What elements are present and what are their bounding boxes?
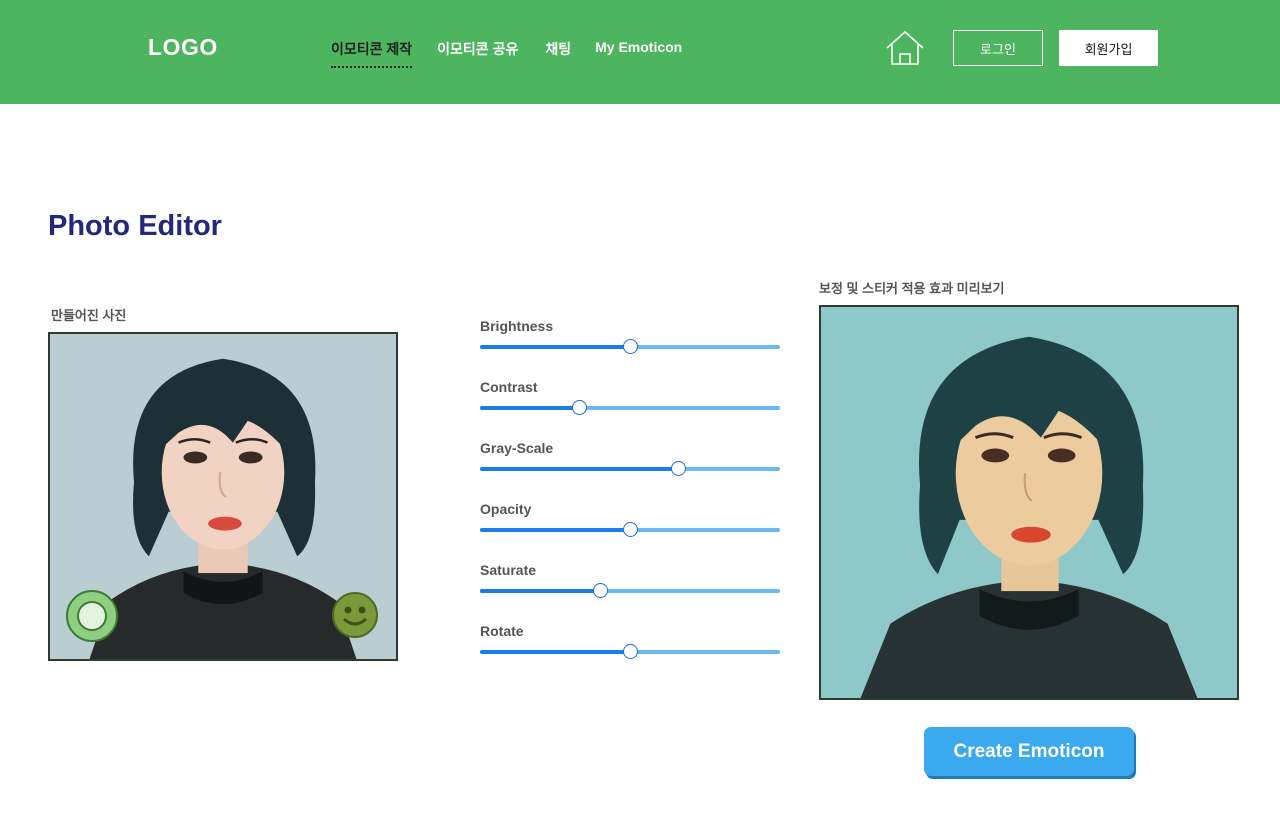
slider-gray-scale: Gray-Scale <box>480 440 780 501</box>
home-icon[interactable] <box>885 30 925 66</box>
slider-contrast: Contrast <box>480 379 780 440</box>
slider-brightness: Brightness <box>480 318 780 379</box>
create-emoticon-button[interactable]: Create Emoticon <box>924 727 1134 776</box>
preview-photo <box>819 305 1239 700</box>
slider-label: Brightness <box>480 318 554 334</box>
slider-thumb[interactable] <box>622 644 638 659</box>
nav-item-emoticon-share[interactable]: 이모티콘 공유 <box>437 39 518 68</box>
smiley-sticker[interactable] <box>331 591 379 639</box>
nav-item-chat[interactable]: 채팅 <box>545 39 571 68</box>
slider-thumb[interactable] <box>622 339 638 354</box>
slider-thumb[interactable] <box>622 522 638 537</box>
slider-saturate: Saturate <box>480 562 780 623</box>
slider-track[interactable] <box>480 461 780 476</box>
generated-photo-label: 만들어진 사진 <box>51 308 127 323</box>
slider-label: Gray-Scale <box>480 440 554 456</box>
logo[interactable]: LOGO <box>148 34 218 61</box>
circle-sticker[interactable] <box>66 590 118 642</box>
adjustment-sliders: Brightness Contrast Gray-Scale Opacity S… <box>480 318 780 684</box>
slider-fill <box>480 528 630 532</box>
nav-item-my-emoticon[interactable]: My Emoticon <box>595 39 682 68</box>
slider-fill <box>480 345 630 349</box>
main-nav: 이모티콘 제작 이모티콘 공유 채팅 My Emoticon <box>331 39 682 68</box>
slider-track[interactable] <box>480 400 780 415</box>
preview-label: 보정 및 스티커 적용 효과 미리보기 <box>819 281 1005 296</box>
slider-track[interactable] <box>480 339 780 354</box>
slider-label: Contrast <box>480 379 538 395</box>
slider-track[interactable] <box>480 583 780 598</box>
slider-fill <box>480 406 579 410</box>
slider-thumb[interactable] <box>592 583 608 598</box>
slider-label: Opacity <box>480 501 532 517</box>
slider-rotate: Rotate <box>480 623 780 684</box>
slider-opacity: Opacity <box>480 501 780 562</box>
slider-label: Saturate <box>480 562 537 578</box>
slider-label: Rotate <box>480 623 524 639</box>
nav-item-emoticon-create[interactable]: 이모티콘 제작 <box>331 39 413 68</box>
header-bar: LOGO 이모티콘 제작 이모티콘 공유 채팅 My Emoticon 로그인 … <box>0 0 1280 104</box>
slider-track[interactable] <box>480 522 780 537</box>
slider-fill <box>480 467 678 471</box>
slider-thumb[interactable] <box>670 461 686 476</box>
slider-fill <box>480 650 630 654</box>
login-button[interactable]: 로그인 <box>953 30 1043 66</box>
slider-fill <box>480 589 600 593</box>
slider-track[interactable] <box>480 644 780 659</box>
signup-button[interactable]: 회원가입 <box>1059 30 1158 66</box>
slider-thumb[interactable] <box>571 400 587 415</box>
page-title: Photo Editor <box>48 210 222 242</box>
